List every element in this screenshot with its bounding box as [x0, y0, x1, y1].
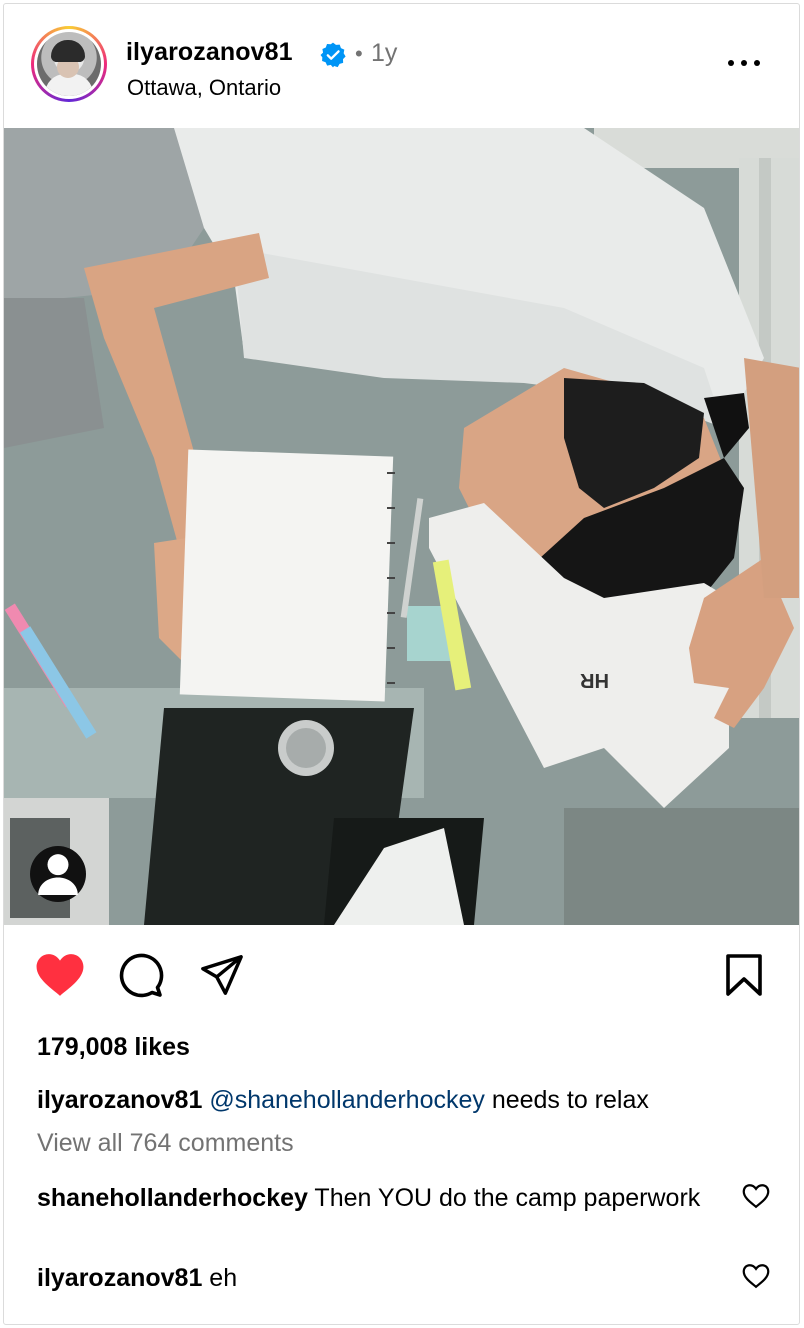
- avatar-image: [37, 32, 101, 96]
- avatar-helmet: [51, 40, 85, 62]
- like-button[interactable]: [34, 949, 86, 1001]
- post-card: ilyarozanov81 • 1y Ottawa, Ontario HR 17…: [3, 3, 800, 1325]
- comment-bubble-icon: [119, 953, 164, 998]
- heart-filled-icon: [36, 954, 84, 996]
- comment-username[interactable]: ilyarozanov81: [37, 1264, 202, 1292]
- post-photo-image: HR: [4, 128, 799, 925]
- view-all-comments-link[interactable]: View all 764 comments: [37, 1129, 294, 1158]
- more-options-icon: [741, 60, 747, 66]
- paper-plane-icon: [201, 955, 243, 995]
- heart-outline-icon[interactable]: [742, 1182, 770, 1210]
- likes-count[interactable]: 179,008 likes: [37, 1033, 190, 1062]
- avatar[interactable]: [31, 26, 107, 102]
- post-time[interactable]: 1y: [371, 39, 397, 68]
- user-tag-icon: [38, 854, 78, 895]
- caption-text: needs to relax: [484, 1086, 649, 1114]
- time-separator: •: [355, 41, 363, 66]
- save-button[interactable]: [718, 949, 770, 1001]
- tagged-users-button[interactable]: [30, 846, 86, 902]
- comment-text: eh: [202, 1264, 238, 1292]
- avatar-inner: [34, 29, 104, 99]
- comment-item: shanehollanderhockey Then YOU do the cam…: [37, 1180, 717, 1216]
- comment-username[interactable]: shanehollanderhockey: [37, 1184, 308, 1212]
- post-location[interactable]: Ottawa, Ontario: [127, 75, 281, 101]
- more-options-icon: [728, 60, 734, 66]
- post-caption: ilyarozanov81 @shanehollanderhockey need…: [37, 1084, 649, 1116]
- caption-username[interactable]: ilyarozanov81: [37, 1086, 202, 1114]
- post-username[interactable]: ilyarozanov81: [126, 38, 293, 67]
- more-options-button[interactable]: [724, 48, 764, 78]
- caption-mention[interactable]: @shanehollanderhockey: [209, 1086, 485, 1114]
- more-options-icon: [754, 60, 760, 66]
- share-button[interactable]: [196, 949, 248, 1001]
- comment-item: ilyarozanov81 eh: [37, 1260, 717, 1296]
- svg-text:HR: HR: [580, 669, 609, 691]
- bookmark-icon: [726, 954, 762, 996]
- comment-button[interactable]: [114, 949, 166, 1001]
- post-photo[interactable]: HR: [4, 128, 799, 925]
- post-actions: [4, 925, 799, 1025]
- verified-badge-icon: [320, 42, 346, 68]
- heart-outline-icon[interactable]: [742, 1262, 770, 1290]
- post-header: ilyarozanov81 • 1y Ottawa, Ontario: [4, 4, 799, 128]
- comment-text: Then YOU do the camp paperwork: [307, 1184, 701, 1212]
